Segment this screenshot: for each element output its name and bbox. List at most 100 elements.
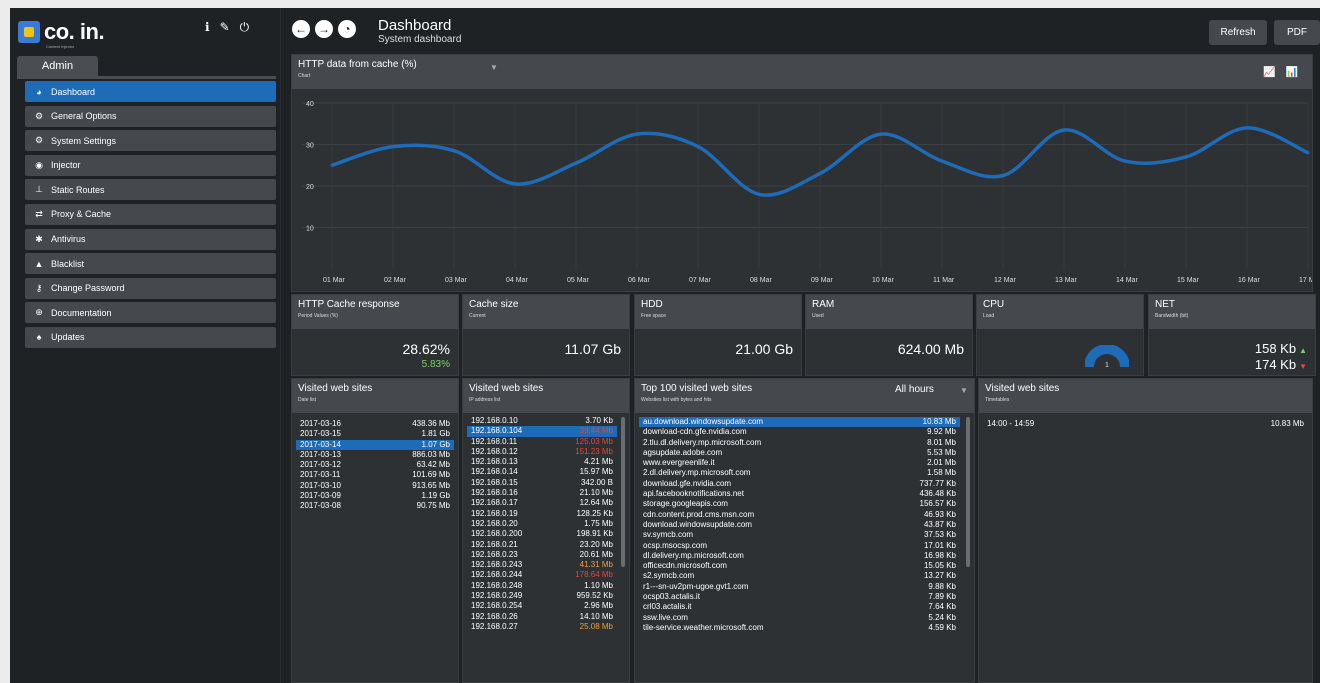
top-sites-scrollbar[interactable] (966, 417, 970, 567)
list-item[interactable]: 2.dl.delivery.mp.microsoft.com 1.58 Mb (639, 468, 960, 478)
list-item[interactable]: dl.delivery.mp.microsoft.com 16.98 Kb (639, 551, 960, 561)
list-item[interactable]: au.download.windowsupdate.com 10.83 Mb (639, 417, 960, 428)
list-item[interactable]: 2017-03-14 1.07 Gb (296, 439, 454, 450)
list-item[interactable]: 192.168.0.12 151.23 Mb (467, 447, 617, 457)
bar-chart-icon[interactable]: 📊 (1286, 67, 1298, 78)
list-item-label: 192.168.0.20 (471, 518, 518, 528)
data-point[interactable] (696, 145, 700, 149)
list-item[interactable]: agsupdate.adobe.com 5.53 Mb (639, 448, 960, 458)
list-item[interactable]: 192.168.0.14 15.97 Mb (467, 467, 617, 477)
list-item[interactable]: crl03.actalis.it 7.64 Kb (639, 602, 960, 612)
list-item[interactable]: download-cdn.gfe.nvidia.com 9.92 Mb (639, 427, 960, 437)
app-window: co. in. Content Injector ℹ ✎ ⏻ Admin ◕ Da… (10, 8, 1320, 683)
list-item[interactable]: 14:00 - 14:59 10.83 Mb (983, 419, 1308, 429)
line-chart-icon[interactable]: 📈 (1263, 67, 1275, 78)
list-item[interactable]: 192.168.0.200 198.91 Kb (467, 529, 617, 539)
list-item[interactable]: 192.168.0.19 128.25 Kb (467, 509, 617, 519)
info-icon[interactable]: ℹ (205, 20, 210, 35)
list-item[interactable]: api.facebooknotifications.net 436.48 Kb (639, 489, 960, 499)
list-item[interactable]: 2017-03-09 1.19 Gb (296, 491, 454, 501)
list-item[interactable]: 2.tlu.dl.delivery.mp.microsoft.com 8.01 M… (639, 438, 960, 448)
list-item[interactable]: www.evergreenlife.it 2.01 Mb (639, 458, 960, 468)
hours-filter-select[interactable]: All hours (895, 384, 934, 395)
data-point[interactable] (635, 132, 639, 136)
list-item[interactable]: 192.168.0.15 342.00 B (467, 478, 617, 488)
data-point[interactable] (574, 161, 578, 165)
data-point[interactable] (1123, 159, 1127, 163)
list-item[interactable]: 2017-03-15 1.81 Gb (296, 429, 454, 439)
list-item[interactable]: cdn.content.prod.cms.msn.com 46.93 Kb (639, 510, 960, 520)
list-item[interactable]: 192.168.0.13 4.21 Mb (467, 457, 617, 467)
list-item[interactable]: ocsp.msocsp.com 17.01 Kb (639, 541, 960, 551)
back-arrow-icon[interactable]: ← (292, 20, 310, 38)
list-item[interactable]: download.windowsupdate.com 43.87 Kb (639, 520, 960, 530)
chevron-down-icon[interactable]: ▼ (490, 63, 498, 72)
sidebar-item-general-options[interactable]: ⚙ General Options (25, 105, 276, 127)
data-point[interactable] (879, 132, 883, 136)
wrench-icon[interactable]: ✎ (220, 20, 230, 35)
list-item[interactable]: 192.168.0.248 1.10 Mb (467, 581, 617, 591)
list-item[interactable]: 192.168.0.16 21.10 Mb (467, 488, 617, 498)
refresh-button[interactable]: Refresh (1209, 20, 1267, 45)
list-item[interactable]: 2017-03-12 63.42 Mb (296, 460, 454, 470)
pdf-button[interactable]: PDF (1274, 20, 1320, 45)
admin-tab[interactable]: Admin (17, 56, 98, 76)
data-point[interactable] (940, 159, 944, 163)
sidebar-item-dashboard[interactable]: ◕ Dashboard (25, 81, 276, 102)
sidebar-item-change-password[interactable]: ⚷ Change Password (25, 277, 276, 299)
list-item[interactable]: r1---sn-uv2pm-ugoe.gvt1.com 9.88 Kb (639, 582, 960, 592)
list-item[interactable]: 192.168.0.17 12.64 Mb (467, 498, 617, 508)
list-item[interactable]: 2017-03-16 438.36 Mb (296, 419, 454, 429)
data-point[interactable] (1184, 155, 1188, 159)
list-item[interactable]: 192.168.0.10 3.70 Kb (467, 416, 617, 426)
list-item[interactable]: tile-service.weather.microsoft.com 4.59 K… (639, 623, 960, 633)
chevron-down-icon[interactable]: ▼ (960, 386, 968, 395)
sidebar-item-injector[interactable]: ◉ Injector (25, 154, 276, 176)
sidebar-item-documentation[interactable]: ⊕ Documentation (25, 302, 276, 324)
list-item[interactable]: 192.168.0.20 1.75 Mb (467, 519, 617, 529)
data-point[interactable] (1001, 174, 1005, 178)
list-item[interactable]: 192.168.0.104 39.44 Mb (467, 426, 617, 437)
sidebar-item-proxy-cache[interactable]: ⇄ Proxy & Cache (25, 203, 276, 225)
list-item[interactable]: 192.168.0.244 178.64 Mb (467, 570, 617, 580)
list-item[interactable]: storage.googleapis.com 156.57 Kb (639, 499, 960, 509)
list-item[interactable]: sv.symcb.com 37.53 Kb (639, 530, 960, 540)
data-point[interactable] (757, 192, 761, 196)
list-item-value: 2.01 Mb (927, 458, 956, 468)
data-point[interactable] (1306, 151, 1310, 155)
data-point[interactable] (1062, 128, 1066, 132)
sidebar-item-updates[interactable]: ♠ Updates (25, 326, 276, 348)
list-item[interactable]: 192.168.0.249 959.52 Kb (467, 591, 617, 601)
list-item[interactable]: 192.168.0.26 14.10 Mb (467, 612, 617, 622)
sidebar-item-system-settings[interactable]: ⚙ System Settings (25, 130, 276, 152)
list-item[interactable]: 192.168.0.11 125.03 Mb (467, 437, 617, 447)
list-item[interactable]: 2017-03-13 886.03 Mb (296, 450, 454, 460)
data-point[interactable] (391, 145, 395, 149)
lifebuoy-icon: ⊕ (35, 307, 43, 318)
list-item-label: sv.symcb.com (643, 530, 694, 540)
data-point[interactable] (1245, 126, 1249, 130)
sidebar-item-blacklist[interactable]: ▲ Blacklist (25, 253, 276, 275)
data-point[interactable] (452, 149, 456, 153)
list-item[interactable]: 2017-03-10 913.65 Mb (296, 481, 454, 491)
data-point[interactable] (513, 182, 517, 186)
list-item[interactable]: officecdn.microsoft.com 15.05 Kb (639, 561, 960, 571)
list-item[interactable]: 192.168.0.243 41.31 Mb (467, 560, 617, 570)
sidebar-item-static-routes[interactable]: ⊥ Static Routes (25, 179, 276, 201)
list-item[interactable]: download.gfe.nvidia.com 737.77 Kb (639, 479, 960, 489)
data-point[interactable] (330, 163, 334, 167)
data-point[interactable] (818, 172, 822, 176)
list-item[interactable]: 2017-03-11 101.69 Mb (296, 470, 454, 480)
list-item[interactable]: 192.168.0.23 20.61 Mb (467, 550, 617, 560)
power-icon[interactable]: ⏻ (240, 20, 250, 35)
list-item[interactable]: 2017-03-08 90.75 Mb (296, 501, 454, 511)
list-item[interactable]: 192.168.0.21 23.20 Mb (467, 540, 617, 550)
sidebar-item-antivirus[interactable]: ✱ Antivirus (25, 228, 276, 250)
list-item[interactable]: ssw.live.com 5.24 Kb (639, 613, 960, 623)
list-item[interactable]: s2.symcb.com 13.27 Kb (639, 571, 960, 581)
list-item[interactable]: 192.168.0.254 2.96 Mb (467, 601, 617, 611)
list-item[interactable]: ocsp03.actalis.it 7.89 Kb (639, 592, 960, 602)
forward-arrow-icon[interactable]: → (315, 20, 333, 38)
ip-scrollbar[interactable] (621, 417, 625, 567)
list-item[interactable]: 192.168.0.27 25.08 Mb (467, 622, 617, 632)
